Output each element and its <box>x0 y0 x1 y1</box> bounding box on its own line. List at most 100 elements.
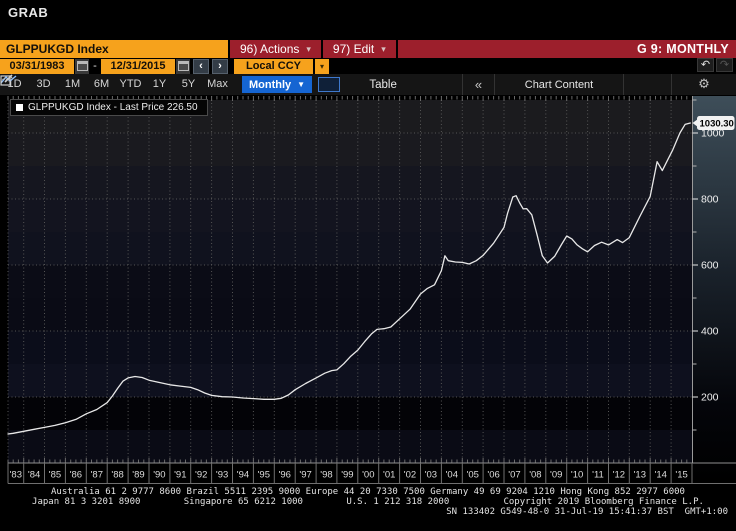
table-button[interactable]: Table <box>340 79 426 91</box>
x-axis-label: '87 <box>91 470 103 481</box>
y-axis-label: 200 <box>701 392 719 404</box>
plot-band <box>8 331 692 364</box>
x-axis-label: '02 <box>404 470 416 481</box>
frequency-label: Monthly <box>249 79 291 91</box>
frequency-dropdown[interactable]: Monthly ▼ <box>242 76 312 93</box>
period-tab-1m[interactable]: 1M <box>58 74 87 95</box>
calendar-icon <box>77 61 88 71</box>
x-axis-label: '03 <box>425 470 437 481</box>
actions-menu[interactable]: 96) Actions ▾ <box>230 40 323 58</box>
plot-band <box>8 166 692 199</box>
calendar-icon <box>178 61 189 71</box>
period-tab-ytd[interactable]: YTD <box>116 74 145 95</box>
y-axis-label: 800 <box>701 194 719 206</box>
edit-menu-label: 97) Edit <box>333 40 374 58</box>
line-chart-type-button[interactable] <box>318 77 340 92</box>
chevron-down-icon: ▾ <box>306 40 311 58</box>
x-axis-label: '83 <box>10 470 22 481</box>
period-tab-1y[interactable]: 1Y <box>145 74 174 95</box>
prev-period-button[interactable]: ‹ <box>193 59 209 74</box>
chart-legend[interactable]: GLPPUKGD Index - Last Price 226.50 <box>10 99 208 116</box>
next-period-button[interactable]: › <box>212 59 228 74</box>
end-date-calendar-button[interactable] <box>176 59 190 74</box>
last-price-label: 1030.30 <box>700 119 734 130</box>
y-axis-strip <box>692 96 736 483</box>
ticker-field[interactable]: GLPPUKGD Index <box>0 40 228 58</box>
undo-button[interactable]: ↶ <box>697 58 714 72</box>
x-axis-label: '10 <box>571 470 583 481</box>
footer-contacts-line2: Japan 81 3 3201 8900 Singapore 65 6212 1… <box>0 497 736 507</box>
plot-band <box>8 265 692 298</box>
period-tab-5y[interactable]: 5Y <box>174 74 203 95</box>
x-axis-label: '05 <box>467 470 479 481</box>
x-axis-label: '89 <box>132 470 144 481</box>
x-axis-label: '15 <box>675 470 687 481</box>
plot-band <box>8 298 692 331</box>
security-bar: GLPPUKGD Index 96) Actions ▾ 97) Edit ▾ … <box>0 40 736 58</box>
plot-band <box>8 133 692 166</box>
footer-contacts-line1: Australia 61 2 9777 8600 Brazil 5511 239… <box>0 487 736 497</box>
period-tabs: 1D3D1M6MYTD1Y5YMax <box>0 74 232 95</box>
chevron-down-icon: ▼ <box>297 80 305 89</box>
x-axis-label: '86 <box>70 470 82 481</box>
start-date-field[interactable]: 03/31/1983 <box>0 59 74 74</box>
x-axis-label: '98 <box>320 470 332 481</box>
annotate-button[interactable] <box>623 74 671 95</box>
currency-selector[interactable]: Local CCY <box>234 59 313 74</box>
x-axis-label: '99 <box>341 470 353 481</box>
chart-toolbar: 1D3D1M6MYTD1Y5YMax Monthly ▼ Table « Cha… <box>0 74 736 95</box>
gear-icon: ⚙ <box>698 77 710 92</box>
x-axis-label: '96 <box>279 470 291 481</box>
plot-band <box>8 232 692 265</box>
y-axis-label: 600 <box>701 260 719 272</box>
x-axis-label: '09 <box>550 470 562 481</box>
x-axis-label: '88 <box>111 470 123 481</box>
chevron-down-icon: ▾ <box>381 40 386 58</box>
start-date-calendar-button[interactable] <box>75 59 89 74</box>
x-axis-label: '90 <box>153 470 165 481</box>
redo-button[interactable]: ↷ <box>716 58 733 72</box>
x-axis-label: '12 <box>613 470 625 481</box>
date-range-separator: - <box>89 60 101 72</box>
chart-content-label: Chart Content <box>525 79 593 91</box>
x-axis-label: '11 <box>592 470 604 481</box>
range-bar: 03/31/1983 - 12/31/2015 ‹ › Local CCY ▾ … <box>0 58 736 74</box>
x-axis-label: '04 <box>446 470 458 481</box>
toolbar-right-group: « Chart Content ⚙ <box>462 74 736 95</box>
plot-band <box>8 430 692 463</box>
x-axis-label: '85 <box>49 470 61 481</box>
period-tab-3d[interactable]: 3D <box>29 74 58 95</box>
x-axis-label: '14 <box>655 470 667 481</box>
x-axis-label: '95 <box>258 470 270 481</box>
period-tab-max[interactable]: Max <box>203 74 232 95</box>
plot-band <box>8 199 692 232</box>
x-axis-label: '08 <box>529 470 541 481</box>
history-buttons: ↶ ↷ <box>697 58 733 72</box>
plot-band <box>8 364 692 397</box>
period-tab-6m[interactable]: 6M <box>87 74 116 95</box>
chart-content-button[interactable]: Chart Content <box>494 74 623 95</box>
end-date-field[interactable]: 12/31/2015 <box>101 59 175 74</box>
actions-menu-label: 96) Actions <box>240 40 299 58</box>
x-axis-label: '84 <box>28 470 40 481</box>
currency-caret-button[interactable]: ▾ <box>315 59 329 74</box>
annotate-icon <box>0 74 14 86</box>
function-title: G 9: MONTHLY <box>637 42 736 56</box>
menu-bar: 96) Actions ▾ 97) Edit ▾ G 9: MONTHLY <box>230 40 736 58</box>
collapse-panel-button[interactable]: « <box>462 74 494 95</box>
series-legend-label: GLPPUKGD Index - Last Price 226.50 <box>28 102 198 113</box>
x-axis-label: '91 <box>174 470 186 481</box>
edit-menu[interactable]: 97) Edit ▾ <box>323 40 398 58</box>
plot-band <box>8 397 692 430</box>
footer-session-info: SN 133402 G549-48-0 31-Jul-19 15:41:37 B… <box>0 507 736 517</box>
settings-button[interactable]: ⚙ <box>671 74 736 95</box>
x-axis-label: '07 <box>508 470 520 481</box>
x-axis-label: '93 <box>216 470 228 481</box>
x-axis-label: '01 <box>383 470 395 481</box>
x-axis-label: '97 <box>299 470 311 481</box>
series-swatch <box>16 104 23 111</box>
x-axis-label: '92 <box>195 470 207 481</box>
x-axis-label: '06 <box>487 470 499 481</box>
bloomberg-terminal-window: '83'84'85'86'87'88'89'90'91'92'93'94'95'… <box>0 0 736 531</box>
y-axis-label: 400 <box>701 326 719 338</box>
